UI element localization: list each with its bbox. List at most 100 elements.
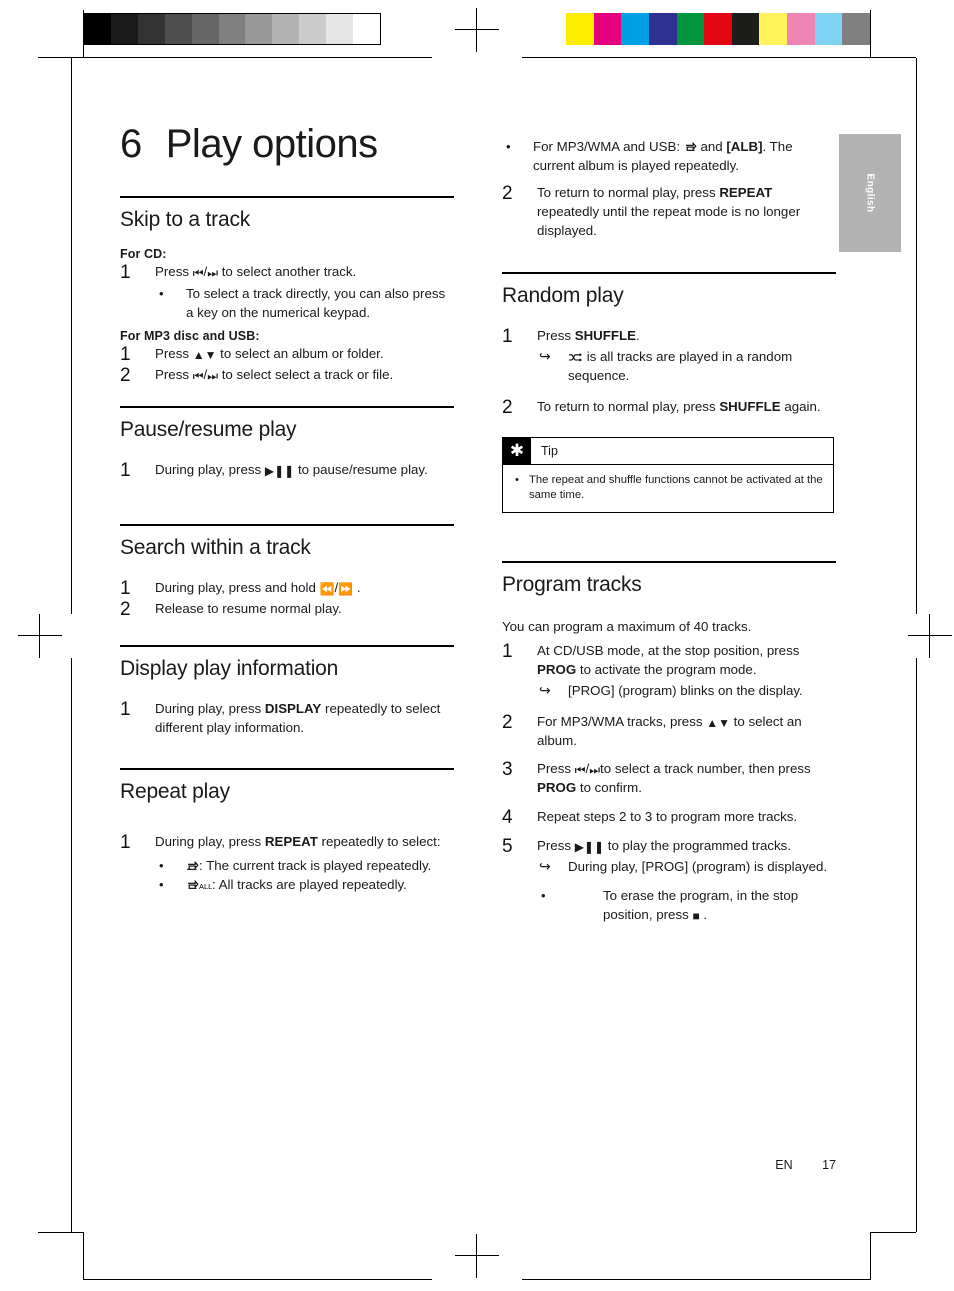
step-text-fragment: At CD/USB mode, at the stop position, pr… [537,643,800,659]
step-list: 1 During play, press REPEAT repeatedly t… [120,831,454,895]
step-text-fragment: to play the programmed tracks. [607,838,792,854]
step-number: 1 [120,460,131,482]
step-text-fragment: During play, press [155,701,262,716]
section-random-play: Random play 1 Press SHUFFLE. is all trac… [502,272,836,514]
step-text: Press ⏮/⏭ to select another track. [155,264,357,280]
tip-box: ✱ Tip The repeat and shuffle functions c… [502,436,834,514]
result-text: is all tracks are played in a random seq… [568,349,793,384]
bullet-list: For MP3/WMA and USB: and [ALB]. The curr… [502,138,836,176]
step-item: 1 At CD/USB mode, at the stop position, … [502,641,836,701]
bullet-text-fragment: To erase the program, in the stop positi… [603,887,799,922]
step-number: 2 [502,711,513,733]
step-number: 1 [120,831,131,853]
bullet-list: To select a track directly, you can also… [155,285,454,323]
play-pause-icon: ▶❚❚ [574,840,605,855]
shuffle-icon [568,352,583,364]
stop-icon: ■ [692,908,700,923]
subheading-for-cd: For CD: [120,247,167,261]
section-heading: Program tracks [502,561,836,606]
up-down-arrows-icon: ▲▼ [706,715,730,730]
repeat-icon [684,142,697,154]
chapter-title: Play options [165,122,378,166]
step-text-fragment: to activate the program mode. [579,661,757,677]
step-text: Press ▲▼ to select an album or folder. [155,345,454,364]
step-number: 5 [502,836,513,858]
step-item: 1 During play, press REPEAT repeatedly t… [120,831,454,895]
bullet-text-fragment: . [703,906,708,922]
step-item: 1 During play, press DISPLAY repeatedly … [120,699,454,738]
step-list: 2 To return to normal play, press REPEAT… [502,183,836,241]
result-list: During play, [PROG] (program) is display… [537,857,836,877]
step-item: 1 Press ⏮/⏭ to select another track. To … [120,262,454,323]
step-list: 1 During play, press and hold ⏪/⏩ . 2 Re… [120,578,454,620]
prev-track-icon: ⏮ [192,368,204,383]
step-text-fragment: During play, press [155,833,262,849]
page-footer: EN 17 [600,1158,836,1172]
step-text-fragment: to pause/resume play. [297,462,428,478]
bullet-item: : The current track is played repeatedly… [155,857,454,876]
result-list: [PROG] (program) blinks on the display. [537,681,836,701]
section-display-play-information: Display play information 1 During play, … [120,645,454,738]
step-list: 1 Press ▲▼ to select an album or folder.… [120,344,454,386]
result-item: is all tracks are played in a random seq… [537,347,836,386]
step-text-fragment: Press [537,761,571,777]
section-heading: Random play [502,272,836,317]
step-text-fragment: To return to normal play, press [537,399,716,414]
step-text-fragment: Press [155,366,189,382]
step-number: 1 [502,326,513,348]
step-item: 2 To return to normal play, press REPEAT… [502,183,836,241]
section-heading: Skip to a track [120,196,454,241]
step-item: 1 Press SHUFFLE. is all tracks are playe… [502,326,836,386]
right-column: For MP3/WMA and USB: and [ALB]. The curr… [502,134,836,927]
step-text: During play, press DISPLAY repeatedly to… [155,700,454,738]
next-track-icon: ⏭ [589,763,601,778]
rewind-icon: ⏪ [319,582,335,597]
step-text: To return to normal play, press REPEAT r… [537,184,836,241]
step-text-fragment: . [636,328,640,344]
step-item: 2 To return to normal play, press SHUFFL… [502,397,836,418]
tip-body: The repeat and shuffle functions cannot … [503,463,833,512]
tip-header: ✱ Tip [503,436,833,464]
step-number: 1 [502,641,513,663]
play-pause-icon: ▶❚❚ [264,464,295,479]
tip-bullet-item: The repeat and shuffle functions cannot … [513,473,823,502]
bullet-text: : The current track is played repeatedly… [199,857,432,873]
button-name-display: DISPLAY [264,701,322,716]
bullet-text-fragment: and [700,139,723,154]
step-item: 3 Press ⏮/⏭to select a track number, the… [502,759,836,798]
prev-track-icon: ⏮ [192,266,204,280]
fast-forward-icon: ⏩ [338,582,354,597]
bullet-item: For MP3/WMA and USB: and [ALB]. The curr… [502,138,836,176]
next-track-icon: ⏭ [207,266,219,280]
step-item: 5 Press ▶❚❚ to play the programmed track… [502,836,836,925]
step-item: 1 During play, press and hold ⏪/⏩ . [120,578,454,599]
footer-language-code: EN [775,1158,793,1172]
button-name-repeat: REPEAT [719,184,773,200]
button-name-shuffle: SHUFFLE [719,399,781,414]
step-text-fragment: again. [784,399,821,414]
step-item: 2 For MP3/WMA tracks, press ▲▼ to select… [502,711,836,751]
step-text-fragment: to confirm. [579,780,642,796]
bullet-item: To select a track directly, you can also… [155,285,454,323]
step-text: Press SHUFFLE. [537,327,836,346]
chapter-heading: 6 Play options [120,122,520,167]
step-text-fragment: to select a track number, then press [600,761,811,777]
section-intro-text: You can program a maximum of 40 tracks. [502,619,752,635]
repeat-all-icon: ALL [186,879,212,892]
bullet-item: ALL : All tracks are played repeatedly. [155,876,454,895]
tip-label: Tip [541,443,558,458]
subheading-for-mp3-disc-usb: For MP3 disc and USB: [120,328,260,343]
bullet-text-fragment: For MP3/WMA and USB: [533,139,681,154]
step-number: 3 [502,759,513,781]
section-search-within-a-track: Search within a track 1 During play, pre… [120,524,454,620]
chapter-number: 6 [120,122,142,166]
manual-page: 6 Play options English Skip to a track F… [0,0,954,1291]
section-repeat-play: Repeat play 1 During play, press REPEAT … [120,767,454,895]
step-text-fragment: Press [155,264,189,279]
step-list: 1 Press SHUFFLE. is all tracks are playe… [502,326,836,418]
bullet-text: : All tracks are played repeatedly. [212,876,407,892]
step-text: For MP3/WMA tracks, press ▲▼ to select a… [537,713,836,751]
prev-track-icon: ⏮ [574,763,586,778]
step-text-fragment: Press [155,345,189,361]
step-text-fragment: Press [537,328,571,344]
